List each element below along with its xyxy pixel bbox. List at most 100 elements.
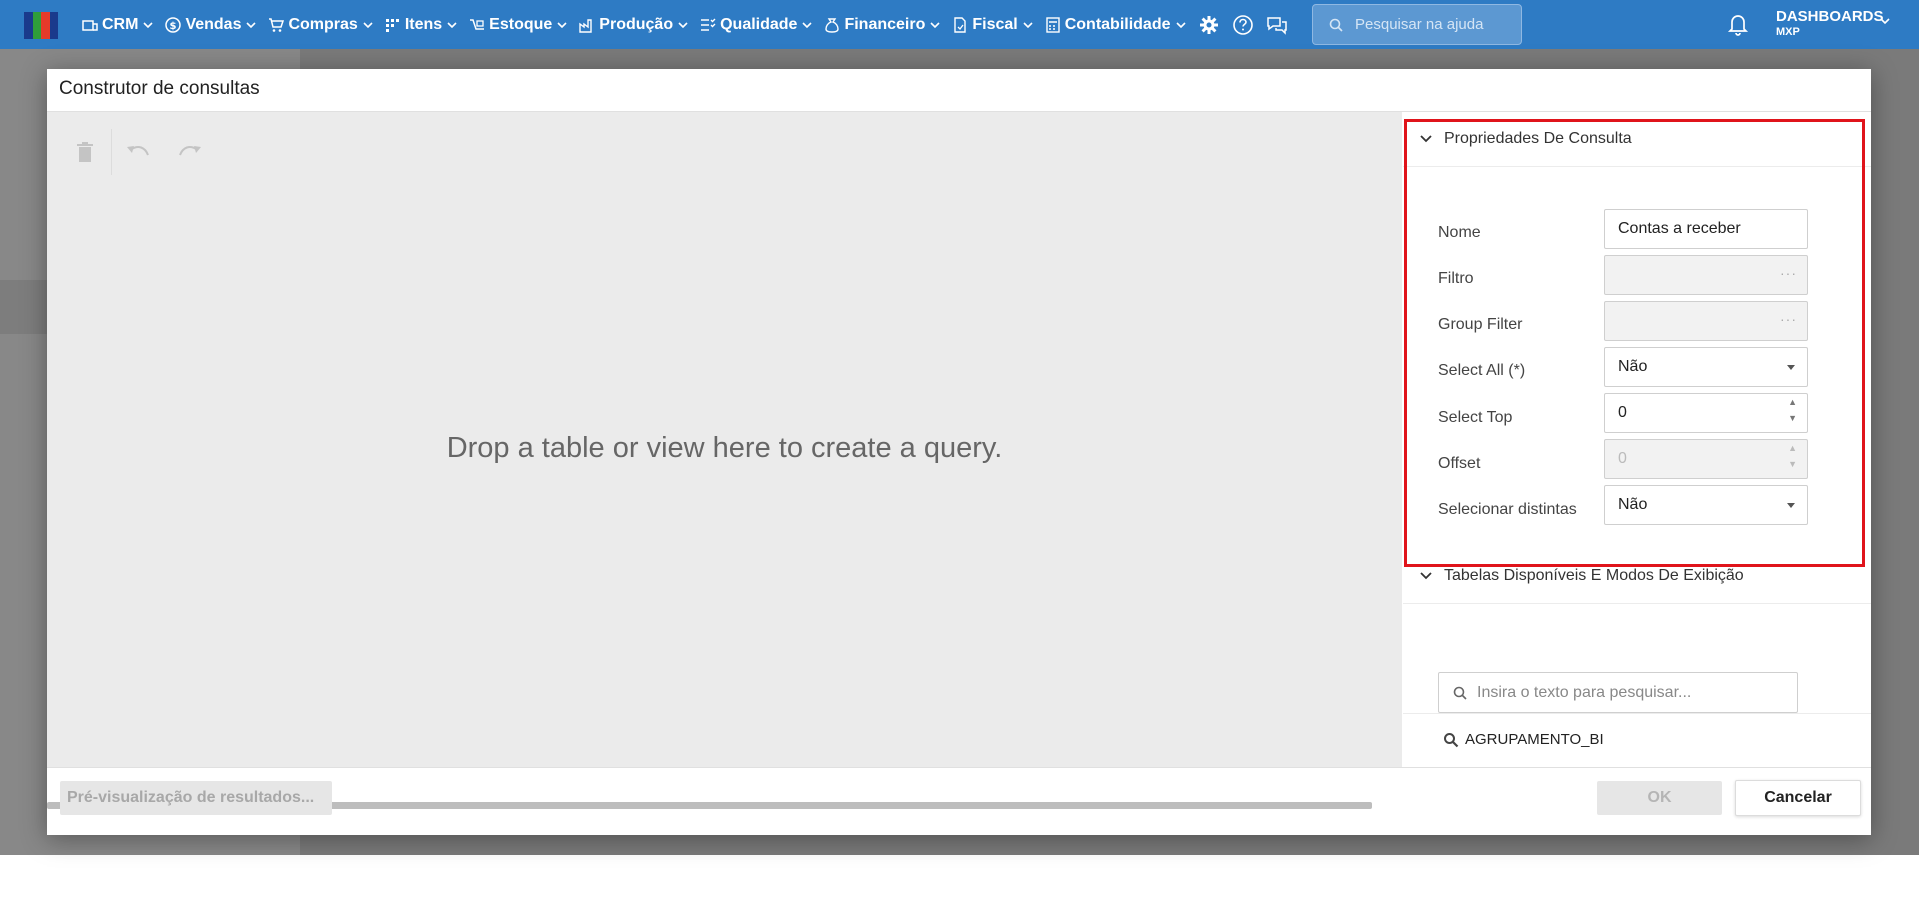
search-icon	[1453, 686, 1467, 700]
chevron-down-icon	[1420, 135, 1432, 143]
chevron-down-icon	[363, 21, 373, 28]
distintas-label: Selecionar distintas	[1438, 501, 1577, 518]
bell-icon[interactable]	[1727, 12, 1749, 36]
delete-button[interactable]	[59, 128, 111, 176]
select-all-dropdown[interactable]: Não	[1604, 347, 1808, 387]
items-icon	[385, 18, 399, 32]
tables-search-input[interactable]: Insira o texto para pesquisar...	[1438, 672, 1798, 713]
nav-label: Financeiro	[844, 15, 926, 33]
preview-results-button[interactable]: Pré-visualização de resultados...	[60, 781, 332, 815]
query-design-surface[interactable]: Drop a table or view here to create a qu…	[47, 112, 1402, 809]
crm-icon	[82, 19, 98, 31]
filtro-field[interactable]: ···	[1604, 255, 1808, 295]
chevron-down-icon	[1175, 21, 1186, 28]
help-icon[interactable]	[1232, 14, 1254, 36]
query-builder-dialog: Construtor de consultas Drop a table or …	[47, 69, 1871, 835]
gear-icon[interactable]	[1198, 14, 1220, 36]
spin-buttons[interactable]: ▲ ▼	[1788, 444, 1797, 469]
nav-item-contabilidade[interactable]: Contabilidade	[1045, 16, 1186, 34]
table-name: AGRUPAMENTO_BI	[1465, 731, 1604, 748]
query-properties-header[interactable]: Propriedades De Consulta	[1403, 112, 1871, 167]
select-all-value: Não	[1618, 358, 1648, 375]
tables-header[interactable]: Tabelas Disponíveis E Modos De Exibição	[1403, 549, 1871, 604]
redo-button[interactable]	[164, 128, 216, 176]
spin-up-icon[interactable]: ▲	[1788, 398, 1797, 407]
chevron-down-icon	[930, 21, 940, 28]
nav-label: Compras	[288, 15, 358, 33]
select-top-stepper[interactable]: 0 ▲ ▼	[1604, 393, 1808, 433]
tables-search-placeholder: Insira o texto para pesquisar...	[1477, 683, 1692, 701]
nav-label: Fiscal	[972, 15, 1018, 33]
calculator-icon	[1046, 16, 1060, 33]
moneybag-icon	[825, 17, 840, 33]
cancel-button[interactable]: Cancelar	[1735, 780, 1861, 816]
select-all-label: Select All (*)	[1438, 362, 1526, 379]
dashboards-sublabel: MXP	[1776, 26, 1800, 38]
nav-label: Estoque	[489, 15, 553, 33]
chevron-down-icon	[246, 21, 257, 28]
nav-item-vendas[interactable]: $ Vendas	[165, 16, 257, 34]
caret-down-icon	[1787, 365, 1795, 370]
dashboards-label: DASHBOARDS	[1776, 8, 1884, 25]
nav-item-producao[interactable]: Produção	[579, 16, 688, 34]
chevron-down-icon	[678, 21, 688, 28]
chat-icon[interactable]	[1266, 14, 1288, 36]
checklist-icon	[701, 18, 716, 31]
nav-item-itens[interactable]: Itens	[385, 16, 457, 34]
redo-icon	[179, 146, 201, 156]
section-title: Tabelas Disponíveis E Modos De Exibição	[1444, 567, 1744, 584]
nav-label: Itens	[404, 15, 443, 33]
chevron-down-icon	[1420, 572, 1432, 580]
spin-up-icon[interactable]: ▲	[1788, 444, 1797, 453]
distintas-dropdown[interactable]: Não	[1604, 485, 1808, 525]
help-search-placeholder: Pesquisar na ajuda	[1355, 16, 1484, 33]
chevron-down-icon	[557, 21, 567, 28]
nav-item-estoque[interactable]: Estoque	[469, 16, 567, 34]
dollar-icon: $	[165, 16, 182, 33]
app-logo[interactable]	[24, 12, 58, 39]
table-list-item[interactable]: AGRUPAMENTO_BI	[1443, 731, 1604, 748]
nav-label: CRM	[102, 15, 139, 33]
nav-item-fiscal[interactable]: Fiscal	[952, 15, 1033, 34]
svg-text:$: $	[170, 21, 177, 32]
spin-down-icon[interactable]: ▼	[1788, 414, 1797, 423]
group-filter-field[interactable]: ···	[1604, 301, 1808, 341]
spin-buttons[interactable]: ▲ ▼	[1788, 398, 1797, 423]
chevron-down-icon	[143, 21, 154, 28]
chevron-down-icon	[802, 21, 813, 28]
chevron-down-icon	[1023, 21, 1033, 28]
offset-label: Offset	[1438, 455, 1481, 472]
section-title: Propriedades De Consulta	[1444, 130, 1632, 147]
document-icon	[954, 16, 967, 33]
designer-toolbar	[59, 128, 216, 176]
offset-stepper[interactable]: 0 ▲ ▼	[1604, 439, 1808, 479]
dashboards-menu[interactable]: DASHBOARDS MXP	[1776, 8, 1890, 38]
drop-hint: Drop a table or view here to create a qu…	[446, 432, 1003, 464]
distintas-value: Não	[1618, 496, 1648, 513]
group-filter-label: Group Filter	[1438, 316, 1523, 333]
factory-icon	[579, 18, 592, 33]
spin-down-icon[interactable]: ▼	[1788, 460, 1797, 469]
ok-button[interactable]: OK	[1597, 781, 1722, 815]
properties-panel: Propriedades De Consulta Nome Contas a r…	[1403, 112, 1871, 767]
select-top-label: Select Top	[1438, 409, 1513, 426]
nome-label: Nome	[1438, 224, 1481, 241]
ellipsis-icon[interactable]: ···	[1780, 265, 1797, 281]
nav-label: Contabilidade	[1064, 15, 1171, 33]
filtro-label: Filtro	[1438, 270, 1474, 287]
nome-field[interactable]: Contas a receber	[1604, 209, 1808, 249]
nav-item-compras[interactable]: Compras	[268, 15, 373, 34]
nav-label: Produção	[599, 15, 674, 33]
help-search-input[interactable]: Pesquisar na ajuda	[1312, 4, 1522, 45]
nome-value: Contas a receber	[1618, 220, 1741, 237]
stock-icon	[470, 18, 485, 30]
main-menu: CRM $ Vendas Compras Itens Estoque Produ…	[82, 0, 1300, 49]
nav-item-financeiro[interactable]: Financeiro	[824, 16, 940, 34]
nav-item-crm[interactable]: CRM	[82, 15, 154, 34]
search-icon	[1444, 732, 1459, 747]
caret-down-icon	[1787, 503, 1795, 508]
ellipsis-icon[interactable]: ···	[1780, 311, 1797, 327]
undo-button[interactable]	[112, 128, 164, 176]
nav-item-qualidade[interactable]: Qualidade	[700, 16, 813, 34]
chevron-down-icon	[1880, 18, 1890, 25]
